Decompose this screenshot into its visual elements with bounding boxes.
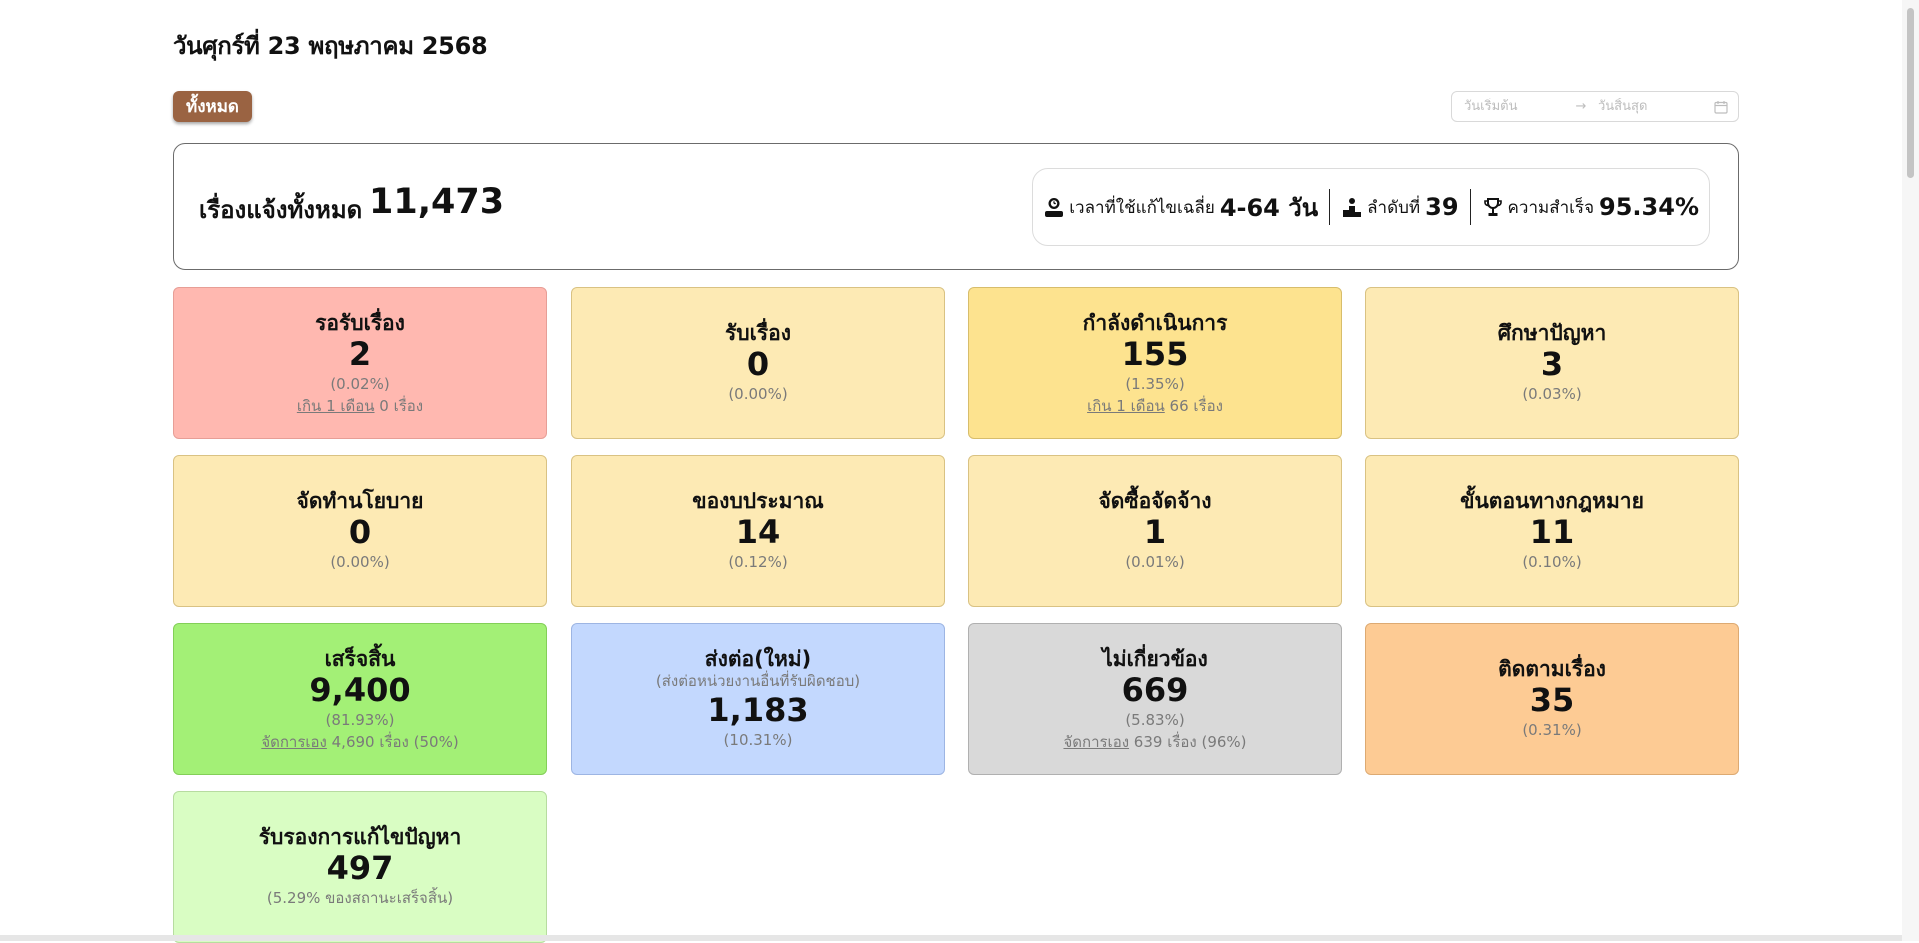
self-handled-link[interactable]: จัดการเอง [261,733,327,751]
total-value: 11,473 [369,182,505,222]
status-card-budget[interactable]: ของบประมาณ 14 (0.12%) [571,455,945,607]
card-note: เกิน 1 เดือน 0 เรื่อง [297,396,423,416]
self-handled-link[interactable]: จัดการเอง [1063,733,1129,751]
card-value: 155 [1121,334,1189,373]
card-percent: (0.03%) [1522,384,1582,403]
card-value: 35 [1529,681,1575,720]
card-percent: (5.29% ของสถานะเสร็จสิ้น) [266,888,454,907]
card-value: 669 [1121,670,1189,709]
status-card-forwarded[interactable]: ส่งต่อ(ใหม่) (ส่งต่อหน่วยงานอื่นที่รับผิ… [571,623,945,775]
card-title: ของบประมาณ [692,488,824,513]
card-note: จัดการเอง 4,690 เรื่อง (50%) [261,732,458,752]
avg-time-stat: เวลาที่ใช้แก้ไขเฉลี่ย 4-64 วัน [1043,188,1318,227]
card-note-text: 639 เรื่อง (96%) [1129,733,1247,752]
rank-stat: ลำดับที่ 39 [1341,193,1459,221]
card-percent: (0.12%) [728,552,788,571]
card-value: 0 [348,513,372,552]
card-percent: (5.83%) [1125,710,1185,729]
horizontal-scrollbar[interactable] [0,935,1902,941]
card-value: 1,183 [707,690,809,729]
card-value: 497 [326,849,394,888]
stats-box: เวลาที่ใช้แก้ไขเฉลี่ย 4-64 วัน ลำดับที่ … [1032,168,1710,246]
card-title: เสร็จสิ้น [324,646,396,671]
card-percent: (1.35%) [1125,374,1185,393]
card-title: กำลังดำเนินการ [1082,310,1228,335]
card-percent: (0.02%) [330,374,390,393]
date-range-picker[interactable]: → [1451,91,1739,122]
card-percent: (0.31%) [1522,720,1582,739]
card-value: 11 [1529,513,1575,552]
card-title: รับรองการแก้ไขปัญหา [258,824,462,849]
arrow-right-icon: → [1575,99,1587,114]
start-date-input[interactable] [1462,98,1566,115]
card-percent: (0.01%) [1125,552,1185,571]
divider [1469,189,1471,225]
card-percent: (0.10%) [1522,552,1582,571]
page-title: วันศุกร์ที่ 23 พฤษภาคม 2568 [173,32,488,60]
end-date-input[interactable] [1596,98,1700,115]
divider [1329,189,1331,225]
rank-value: 39 [1425,193,1459,221]
status-card-done[interactable]: เสร็จสิ้น 9,400 (81.93%) จัดการเอง 4,690… [173,623,547,775]
success-stat: ความสำเร็จ 95.34% [1482,193,1699,221]
card-value: 14 [735,513,781,552]
card-title: รอรับเรื่อง [315,310,405,335]
card-value: 3 [1540,345,1564,384]
card-title: รับเรื่อง [725,320,791,345]
status-card-legal[interactable]: ขั้นตอนทางกฎหมาย 11 (0.10%) [1365,455,1739,607]
card-note-text: 4,690 เรื่อง (50%) [326,733,459,752]
summary-panel: เรื่องแจ้งทั้งหมด 11,473 เวลาที่ใช้แก้ไข… [173,143,1739,270]
card-title: ส่งต่อ(ใหม่) [704,647,812,672]
avg-time-label: เวลาที่ใช้แก้ไขเฉลี่ย [1069,197,1215,218]
card-value: 9,400 [309,670,411,709]
status-card-unrelated[interactable]: ไม่เกี่ยวข้อง 669 (5.83%) จัดการเอง 639 … [968,623,1342,775]
calendar-icon[interactable] [1714,100,1728,114]
status-card-waiting[interactable]: รอรับเรื่อง 2 (0.02%) เกิน 1 เดือน 0 เรื… [173,287,547,439]
all-filter-button[interactable]: ทั้งหมด [173,91,252,122]
status-card-policy[interactable]: จัดทำนโยบาย 0 (0.00%) [173,455,547,607]
total-label: เรื่องแจ้งทั้งหมด [199,196,363,224]
card-subtitle: (ส่งต่อหน่วยงานอื่นที่รับผิดชอบ) [655,672,861,691]
card-title: ไม่เกี่ยวข้อง [1102,646,1208,671]
status-card-study[interactable]: ศึกษาปัญหา 3 (0.03%) [1365,287,1739,439]
card-value: 2 [348,334,372,373]
status-card-certified[interactable]: รับรองการแก้ไขปัญหา 497 (5.29% ของสถานะเ… [173,791,547,943]
card-title: จัดซื้อจัดจ้าง [1098,488,1212,513]
status-card-in-progress[interactable]: กำลังดำเนินการ 155 (1.35%) เกิน 1 เดือน … [968,287,1342,439]
scrollbar-thumb[interactable] [1907,8,1914,178]
over-month-link[interactable]: เกิน 1 เดือน [1087,397,1165,415]
status-card-follow-up[interactable]: ติดตามเรื่อง 35 (0.31%) [1365,623,1739,775]
success-label: ความสำเร็จ [1507,197,1595,218]
card-value: 1 [1143,513,1167,552]
card-percent: (10.31%) [723,730,793,749]
card-note: จัดการเอง 639 เรื่อง (96%) [1063,732,1246,752]
card-title: ขั้นตอนทางกฎหมาย [1460,488,1644,513]
card-title: ศึกษาปัญหา [1497,320,1607,345]
over-month-link[interactable]: เกิน 1 เดือน [297,397,375,415]
card-percent: (0.00%) [728,384,788,403]
podium-icon [1343,198,1362,217]
user-clock-icon [1045,198,1064,217]
avg-time-value: 4-64 วัน [1219,193,1319,222]
card-percent: (81.93%) [325,710,395,729]
card-title: จัดทำนโยบาย [296,488,424,513]
trophy-icon [1483,198,1502,216]
rank-label: ลำดับที่ [1367,197,1421,218]
status-card-received[interactable]: รับเรื่อง 0 (0.00%) [571,287,945,439]
vertical-scrollbar[interactable] [1902,0,1919,941]
card-value: 0 [746,345,770,384]
card-note-text: 66 เรื่อง [1164,397,1223,416]
card-title: ติดตามเรื่อง [1498,656,1606,681]
success-value: 95.34% [1599,193,1699,221]
card-note: เกิน 1 เดือน 66 เรื่อง [1087,396,1223,416]
card-note-text: 0 เรื่อง [374,397,424,416]
status-card-procurement[interactable]: จัดซื้อจัดจ้าง 1 (0.01%) [968,455,1342,607]
card-percent: (0.00%) [330,552,390,571]
